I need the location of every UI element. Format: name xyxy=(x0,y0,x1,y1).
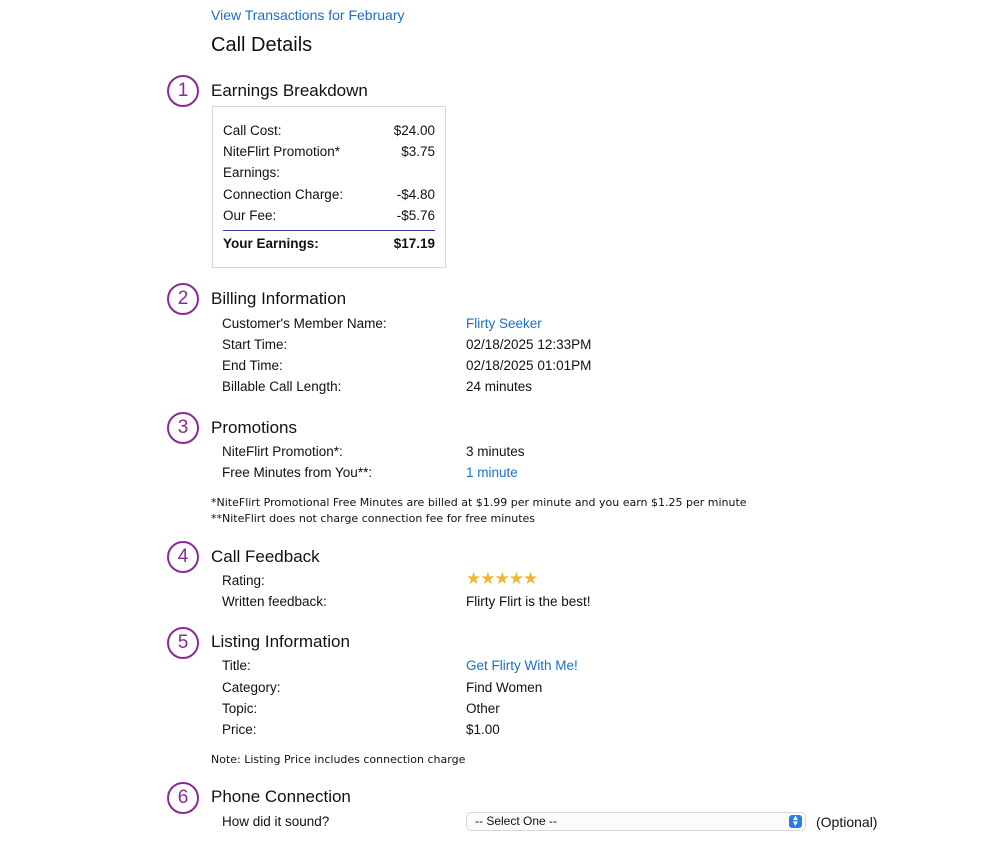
written-feedback-label: Written feedback: xyxy=(222,594,327,609)
earnings-total-divider xyxy=(223,230,435,231)
promotion-value: 3 minutes xyxy=(466,444,525,459)
promotion-label: Free Minutes from You**: xyxy=(222,465,373,480)
select-value: -- Select One -- xyxy=(475,814,558,828)
billing-value: 02/18/2025 12:33PM xyxy=(466,337,592,352)
billing-value: 24 minutes xyxy=(466,379,533,394)
billing-label: End Time: xyxy=(222,358,283,373)
customer-member-name-link[interactable]: Flirty Seeker xyxy=(466,316,542,331)
listing-label: Category: xyxy=(222,680,281,695)
sound-quality-select[interactable]: -- Select One -- ▲ ▼ xyxy=(466,812,806,831)
free-minutes-link[interactable]: 1 minute xyxy=(466,465,518,480)
listing-label: Price: xyxy=(222,722,257,737)
section-number-badge: 4 xyxy=(167,541,199,573)
earnings-total-value: $17.19 xyxy=(393,236,435,251)
section-title-promotions: Promotions xyxy=(211,418,297,437)
star-rating: ★★★★★ xyxy=(466,569,538,588)
written-feedback-value: Flirty Flirt is the best! xyxy=(466,594,591,609)
billing-value: 02/18/2025 01:01PM xyxy=(466,358,592,373)
earnings-row: Earnings: xyxy=(223,165,435,180)
listing-label: Title: xyxy=(222,658,251,673)
earnings-row: NiteFlirt Promotion* $3.75 xyxy=(223,144,435,159)
earnings-row-value: -$5.76 xyxy=(396,208,435,223)
billing-label: Billable Call Length: xyxy=(222,379,342,394)
listing-price-note: Note: Listing Price includes connection … xyxy=(211,753,466,766)
listing-value: Other xyxy=(466,701,500,716)
earnings-row-label: Connection Charge: xyxy=(223,187,344,202)
earnings-row-value: -$4.80 xyxy=(396,187,435,202)
earnings-breakdown-box: Call Cost: $24.00 NiteFlirt Promotion* $… xyxy=(212,106,446,268)
section-title-feedback: Call Feedback xyxy=(211,547,320,566)
earnings-row: Connection Charge: -$4.80 xyxy=(223,187,435,202)
section-number-badge: 6 xyxy=(167,782,199,814)
earnings-total-label: Your Earnings: xyxy=(223,236,319,251)
section-title-phone: Phone Connection xyxy=(211,787,351,806)
earnings-row: Call Cost: $24.00 xyxy=(223,123,435,138)
earnings-row-label: Earnings: xyxy=(223,165,281,180)
earnings-row-label: Call Cost: xyxy=(223,123,282,138)
section-title-billing: Billing Information xyxy=(211,289,347,308)
billing-label: Start Time: xyxy=(222,337,288,352)
select-arrows-icon: ▲ ▼ xyxy=(789,814,802,828)
billing-label: Customer's Member Name: xyxy=(222,316,387,331)
promotion-label: NiteFlirt Promotion*: xyxy=(222,444,343,459)
sound-question-label: How did it sound? xyxy=(222,814,330,829)
earnings-row-value: $3.75 xyxy=(401,144,435,159)
listing-label: Topic: xyxy=(222,701,258,716)
page-title: Call Details xyxy=(211,34,313,56)
listing-value: $1.00 xyxy=(466,722,500,737)
earnings-row: Our Fee: -$5.76 xyxy=(223,208,435,223)
optional-label: (Optional) xyxy=(816,814,878,830)
earnings-row-value: $24.00 xyxy=(393,123,435,138)
section-number-badge: 1 xyxy=(167,75,199,107)
listing-value: Find Women xyxy=(466,680,543,695)
section-title-earnings: Earnings Breakdown xyxy=(211,81,368,100)
section-number-badge: 2 xyxy=(167,283,199,315)
earnings-total-row: Your Earnings: $17.19 xyxy=(223,236,435,251)
earnings-row-label: Our Fee: xyxy=(223,208,277,223)
earnings-row-label: NiteFlirt Promotion* xyxy=(223,144,341,159)
section-title-listing: Listing Information xyxy=(211,632,350,651)
view-transactions-link[interactable]: View Transactions for February xyxy=(211,7,405,23)
promotion-footnote: **NiteFlirt does not charge connection f… xyxy=(211,512,536,525)
section-number-badge: 3 xyxy=(167,412,199,444)
listing-title-link[interactable]: Get Flirty With Me! xyxy=(466,658,578,673)
promotion-footnote: *NiteFlirt Promotional Free Minutes are … xyxy=(211,496,747,509)
section-number-badge: 5 xyxy=(167,627,199,659)
rating-label: Rating: xyxy=(222,573,265,588)
